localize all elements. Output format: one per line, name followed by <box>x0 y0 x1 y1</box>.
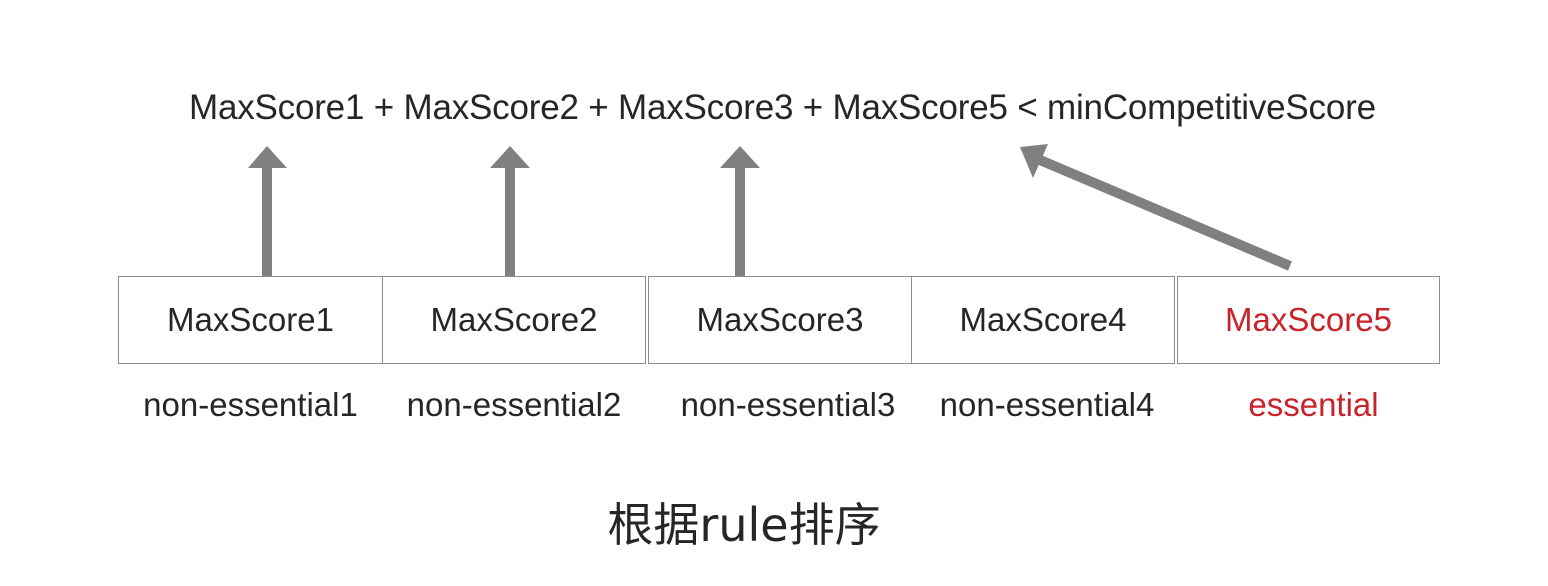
caption-non-essential2: non-essential2 <box>406 386 622 423</box>
cell-label: MaxScore3 <box>696 301 864 338</box>
cell-maxscore5: MaxScore5 <box>1177 276 1440 364</box>
cell-maxscore2: MaxScore2 <box>382 276 646 364</box>
cell-label: MaxScore4 <box>959 301 1127 338</box>
cell-maxscore4: MaxScore4 <box>911 276 1175 364</box>
caption-essential: essential <box>1248 386 1379 423</box>
arrow-2-shaft <box>505 166 515 276</box>
cell-maxscore1: MaxScore1 <box>118 276 383 364</box>
caption-non-essential4: non-essential4 <box>939 386 1155 423</box>
caption-non-essential3: non-essential3 <box>680 386 896 423</box>
arrow-3-head <box>720 146 760 168</box>
cell-label: MaxScore1 <box>167 301 334 338</box>
cell-label: MaxScore2 <box>430 301 598 338</box>
cell-maxscore3: MaxScore3 <box>648 276 912 364</box>
arrow-1-shaft <box>262 166 272 276</box>
arrow-2-head <box>490 146 530 168</box>
arrow-3-shaft <box>735 166 745 276</box>
caption-non-essential1: non-essential1 <box>143 386 358 423</box>
diagram-title: 根据rule排序 <box>607 498 881 552</box>
arrow-5-shaft <box>1038 155 1292 271</box>
arrow-1-head <box>248 146 287 168</box>
cell-label: MaxScore5 <box>1225 301 1392 338</box>
